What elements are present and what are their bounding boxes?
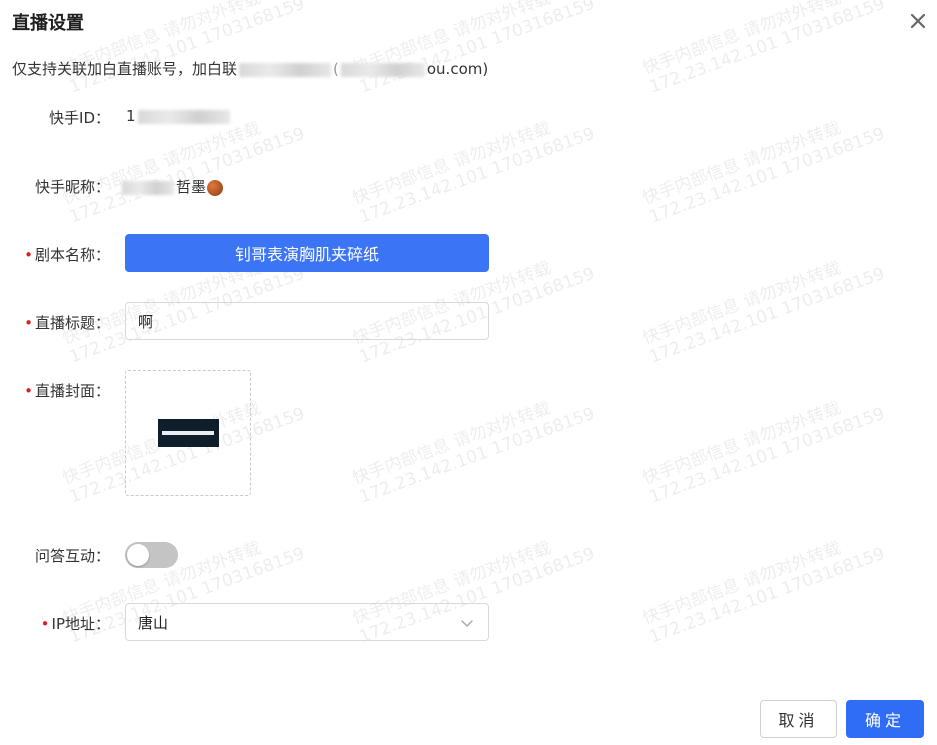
script-name-label: • 剧本名称： [24, 246, 110, 264]
watermark-text: 快手内部信息 请勿对外转载172.23.142.101 1703168159 [640, 538, 888, 648]
ip-location-select[interactable]: 唐山 [125, 603, 489, 641]
qa-interaction-label: 问答互动： [34, 547, 110, 565]
live-cover-label: • 直播封面： [24, 382, 110, 400]
live-settings-dialog: 快手内部信息 请勿对外转载 172.23.142.101 1703168159 快手… [0, 0, 937, 745]
live-title-label: • 直播标题： [24, 314, 110, 332]
watermark-text: 快手内部信息 请勿对外转载172.23.142.101 1703168159 [60, 0, 308, 98]
close-icon[interactable] [908, 11, 928, 31]
redacted-blur [122, 180, 174, 195]
cancel-button[interactable]: 取消 [760, 700, 837, 738]
ip-location-label: • IP地址： [40, 615, 110, 633]
live-title-input[interactable]: 啊 [125, 302, 489, 340]
redacted-blur [340, 62, 425, 77]
dialog-title: 直播设置 [12, 13, 84, 34]
watermark-text: 快手内部信息 请勿对外转载172.23.142.101 1703168159 [640, 0, 888, 98]
redacted-blur [239, 62, 332, 77]
redacted-blur [137, 109, 230, 124]
script-select-button[interactable]: 钊哥表演胸肌夹碎纸 [125, 234, 489, 272]
qa-interaction-toggle[interactable] [125, 542, 178, 568]
cover-thumbnail [157, 419, 219, 447]
watermark-text: 快手内部信息 请勿对外转载172.23.142.101 1703168159 [640, 118, 888, 228]
cover-upload[interactable] [125, 370, 251, 496]
kuaishou-id-label: 快手ID： [49, 109, 110, 127]
nickname-value: 哲墨 [120, 176, 224, 197]
notice-text: 仅支持关联加白直播账号，加白联 [12, 60, 238, 78]
watermark-text: 快手内部信息 请勿对外转载172.23.142.101 1703168159 [350, 398, 598, 508]
watermark-text: 快手内部信息 请勿对外转载172.23.142.101 1703168159 [350, 118, 598, 228]
watermark-text: 快手内部信息 请勿对外转载172.23.142.101 1703168159 [640, 258, 888, 368]
toggle-knob [127, 544, 149, 566]
watermark-text: 快手内部信息 请勿对外转载172.23.142.101 1703168159 [640, 398, 888, 508]
basketball-icon [207, 179, 224, 196]
nickname-label: 快手昵称： [34, 178, 110, 196]
watermark-text: 快手内部信息 请勿对外转载172.23.142.101 1703168159 [350, 0, 598, 98]
chevron-down-icon [461, 620, 473, 627]
ip-location-value: 唐山 [138, 613, 169, 632]
notice-suffix: ou.com) [426, 60, 489, 78]
kuaishou-id-value: 1 [126, 107, 232, 125]
confirm-button[interactable]: 确定 [846, 700, 924, 738]
whitelist-notice: 仅支持关联加白直播账号，加白联(ou.com) [12, 60, 489, 78]
